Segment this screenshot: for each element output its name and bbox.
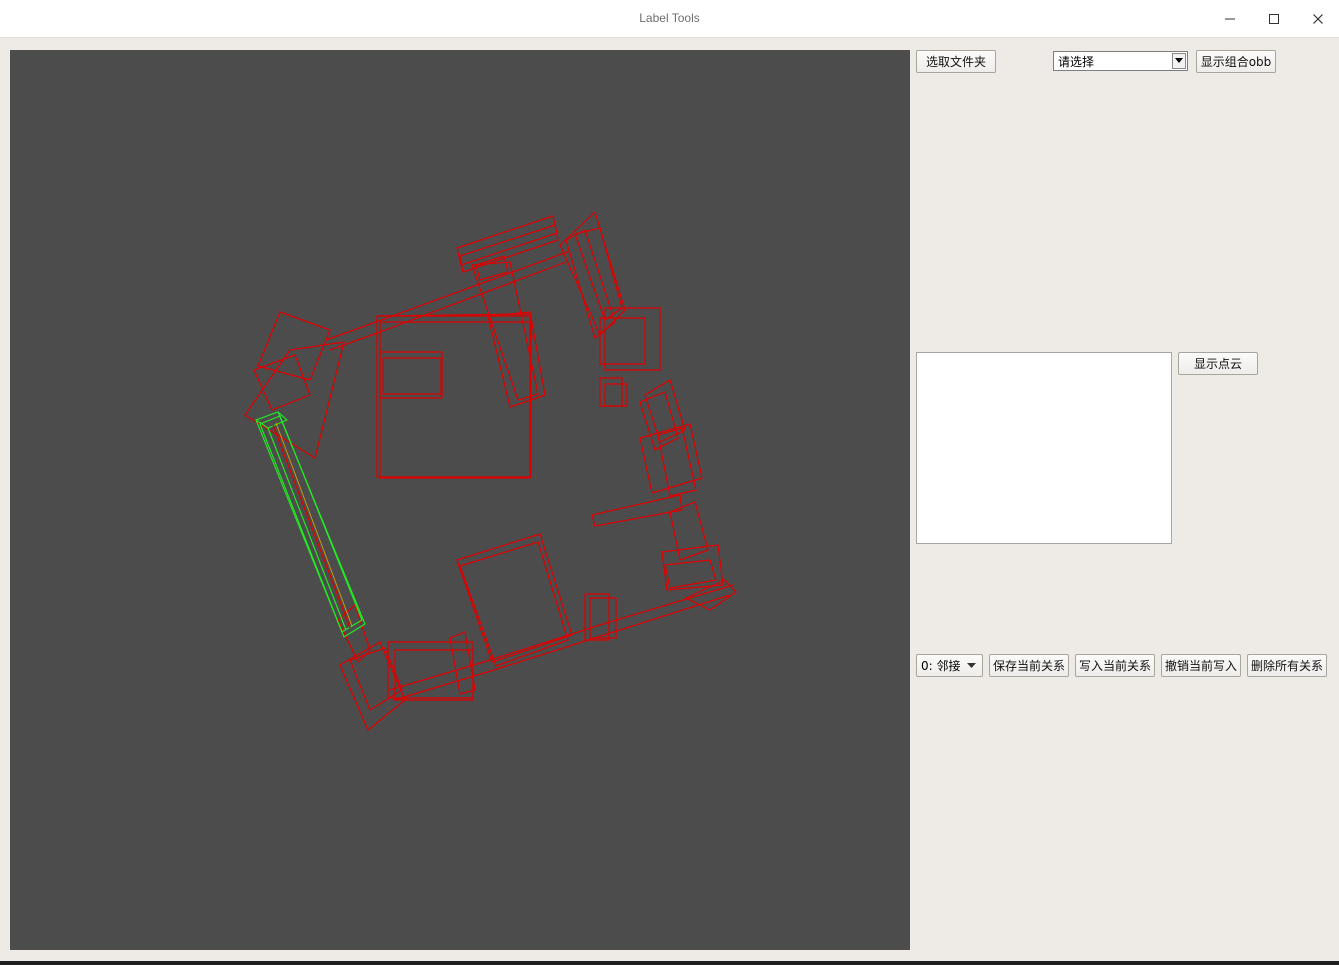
obb-box [393, 594, 731, 701]
triangle-down-icon [1175, 58, 1183, 63]
obb-box [449, 631, 476, 695]
obb-wireframe-scene[interactable] [10, 50, 910, 950]
obb-box [599, 377, 623, 407]
selected-box-axis-secondary [275, 422, 353, 627]
object-select-dropdown[interactable]: 请选择 [1053, 51, 1188, 71]
taskbar-edge [0, 961, 1339, 965]
select-folder-button[interactable]: 选取文件夹 [916, 50, 996, 73]
maximize-icon [1269, 14, 1279, 24]
undo-write-button[interactable]: 撤销当前写入 [1161, 654, 1241, 677]
obb-box [559, 211, 626, 336]
obb-box [394, 649, 474, 701]
obb-box [325, 250, 571, 341]
show-combined-obb-button[interactable]: 显示组合obb [1196, 50, 1276, 73]
obb-box [639, 423, 703, 494]
obb-box [664, 559, 717, 589]
obb-box [584, 593, 610, 641]
object-select-value: 请选择 [1058, 54, 1095, 69]
relation-type-dropdown[interactable]: 0: 邻接 [916, 654, 983, 677]
obb-box [349, 647, 403, 711]
minimize-icon [1225, 18, 1235, 20]
selected-box-edge [267, 427, 347, 631]
bounding-boxes [244, 211, 737, 731]
obb-box [244, 341, 345, 459]
close-button[interactable] [1302, 6, 1334, 32]
obb-box [376, 313, 533, 339]
window-title: Label Tools [639, 11, 700, 25]
show-pointcloud-button[interactable]: 显示点云 [1178, 352, 1258, 375]
minimize-button[interactable] [1214, 6, 1246, 32]
save-relation-button[interactable]: 保存当前关系 [989, 654, 1069, 677]
obb-box [459, 541, 569, 667]
obb-box [591, 494, 683, 527]
obb-box [574, 227, 623, 321]
obb-box [661, 544, 724, 591]
close-icon [1313, 14, 1323, 24]
obb-box [599, 317, 646, 365]
3d-viewport[interactable] [10, 50, 910, 950]
title-bar[interactable]: Label Tools [0, 0, 1339, 38]
obb-box [379, 351, 443, 399]
obb-box [253, 354, 311, 411]
pointcloud-list[interactable] [916, 352, 1172, 544]
obb-box [475, 255, 509, 281]
delete-all-relations-button[interactable]: 删除所有关系 [1247, 654, 1327, 677]
app-window: Label Tools 选取文件夹 请选择 显示组合obb 显示点云 0: 邻接… [0, 0, 1339, 961]
dropdown-arrow-button[interactable] [1172, 53, 1186, 69]
obb-box [604, 383, 628, 407]
chevron-down-icon [967, 663, 976, 668]
write-relation-button[interactable]: 写入当前关系 [1075, 654, 1155, 677]
relation-type-value: 0: 邻接 [921, 659, 961, 673]
maximize-button[interactable] [1258, 6, 1290, 32]
obb-box [487, 311, 546, 408]
obb-box [382, 357, 442, 395]
obb-box [565, 229, 616, 339]
obb-box [379, 321, 531, 479]
